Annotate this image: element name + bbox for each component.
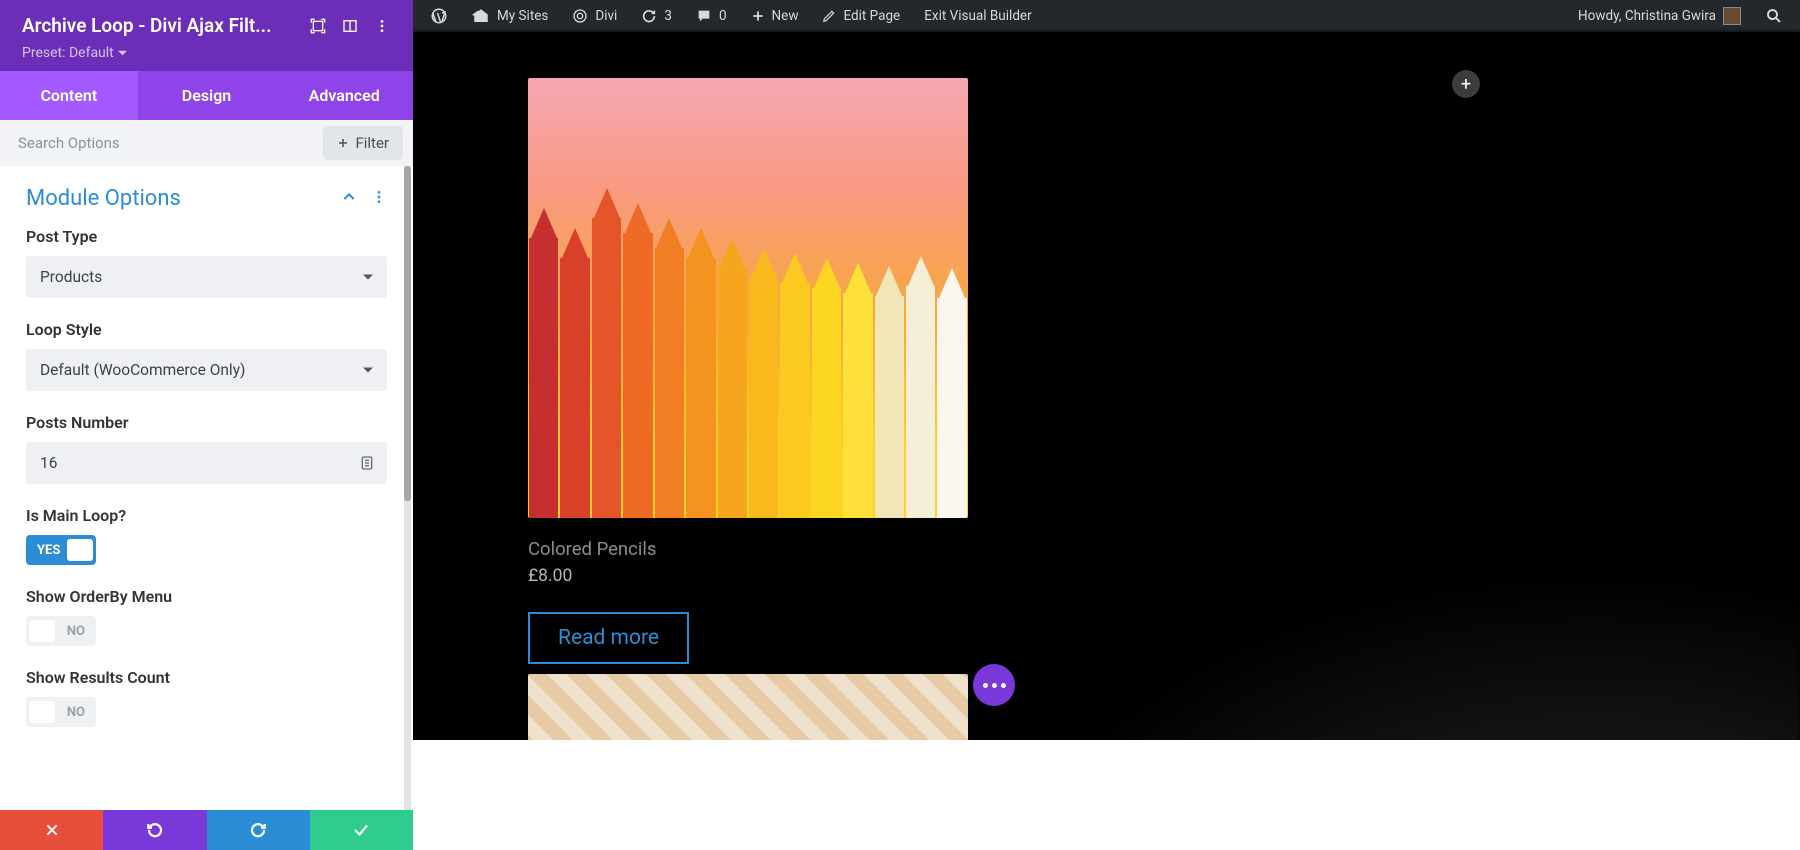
posts-number-label: Posts Number [26,413,387,432]
admin-search-icon[interactable] [1756,0,1792,32]
comments-link[interactable]: 0 [687,0,736,32]
preset-label: Preset: Default [22,45,114,61]
save-button[interactable] [310,810,413,850]
show-results-count-label: Show Results Count [26,668,387,687]
is-main-loop-toggle[interactable]: YES [26,535,96,565]
preset-selector[interactable]: Preset: Default [22,45,391,61]
my-sites-link[interactable]: My Sites [463,0,557,32]
wp-logo-icon[interactable] [421,0,457,32]
howdy-label: Howdy, Christina Gwira [1578,8,1716,24]
updates-link[interactable]: 3 [632,0,681,32]
new-link[interactable]: New [742,0,808,32]
my-sites-label: My Sites [497,8,548,24]
search-input[interactable] [0,120,323,166]
discard-button[interactable] [0,810,103,850]
options-list: Post Type Products Loop Style Default (W… [0,211,413,810]
filter-label: Filter [355,134,389,152]
account-link[interactable]: Howdy, Christina Gwira [1569,0,1750,32]
add-section-button[interactable]: + [1452,70,1480,98]
scrollbar-thumb[interactable] [404,166,411,501]
exit-visual-builder-link[interactable]: Exit Visual Builder [915,0,1040,32]
toggle-yes-label: YES [37,543,60,558]
section-header[interactable]: Module Options [0,166,413,211]
page-preview: My Sites Divi 3 0 New Edit Page Exit Vis… [413,0,1800,850]
avatar [1723,7,1741,25]
expand-icon[interactable] [309,17,327,35]
new-label: New [772,8,799,24]
toggle-knob [29,701,55,723]
letterbox-void [413,740,1800,850]
edit-page-label: Edit Page [843,8,900,24]
field-posts-number: Posts Number [26,413,387,484]
field-post-type: Post Type Products [26,227,387,298]
tab-bar: Content Design Advanced [0,71,413,120]
toggle-knob [29,620,55,642]
kebab-menu-icon[interactable] [373,17,391,35]
add-filter-button[interactable]: Filter [323,126,403,160]
panel-footer [0,810,413,850]
panel-title: Archive Loop - Divi Ajax Filt... [22,14,295,37]
toggle-no-label: NO [67,705,85,720]
search-row: Filter [0,120,413,166]
redo-button[interactable] [207,810,310,850]
site-name-link[interactable]: Divi [563,0,626,32]
module-actions-button[interactable] [973,664,1015,706]
edit-page-link[interactable]: Edit Page [813,0,909,32]
product-card: Colored Pencils £8.00 Read more [528,78,968,794]
comments-count: 0 [719,8,727,24]
show-orderby-label: Show OrderBy Menu [26,587,387,606]
tab-design[interactable]: Design [138,71,276,120]
undo-button[interactable] [103,810,206,850]
toggle-no-label: NO [67,624,85,639]
product-image[interactable] [528,78,968,518]
field-show-orderby: Show OrderBy Menu NO [26,587,387,646]
is-main-loop-label: Is Main Loop? [26,506,387,525]
toggle-knob [67,539,93,561]
tab-advanced[interactable]: Advanced [275,71,413,120]
posts-number-input[interactable] [26,442,387,484]
number-stepper-icon[interactable] [359,454,375,472]
chevron-up-icon[interactable] [341,189,357,209]
product-title[interactable]: Colored Pencils [528,538,968,560]
pencils-illustration [528,198,968,518]
product-price: £8.00 [528,566,968,586]
field-show-results-count: Show Results Count NO [26,668,387,727]
exit-visual-builder-label: Exit Visual Builder [924,8,1031,24]
site-name-label: Divi [595,8,617,24]
field-loop-style: Loop Style Default (WooCommerce Only) [26,320,387,391]
wp-admin-bar: My Sites Divi 3 0 New Edit Page Exit Vis… [413,0,1800,32]
show-results-count-toggle[interactable]: NO [26,697,96,727]
post-type-select[interactable]: Products [26,256,387,298]
updates-count: 3 [664,8,672,24]
section-title: Module Options [26,186,181,211]
settings-panel: Archive Loop - Divi Ajax Filt... Preset:… [0,0,413,850]
read-more-button[interactable]: Read more [528,612,689,664]
show-orderby-toggle[interactable]: NO [26,616,96,646]
loop-style-label: Loop Style [26,320,387,339]
field-is-main-loop: Is Main Loop? YES [26,506,387,565]
options-menu-icon[interactable] [371,189,387,209]
panel-header: Archive Loop - Divi Ajax Filt... Preset:… [0,0,413,71]
layout-columns-icon[interactable] [341,17,359,35]
loop-style-select[interactable]: Default (WooCommerce Only) [26,349,387,391]
tab-content[interactable]: Content [0,71,138,120]
post-type-label: Post Type [26,227,387,246]
